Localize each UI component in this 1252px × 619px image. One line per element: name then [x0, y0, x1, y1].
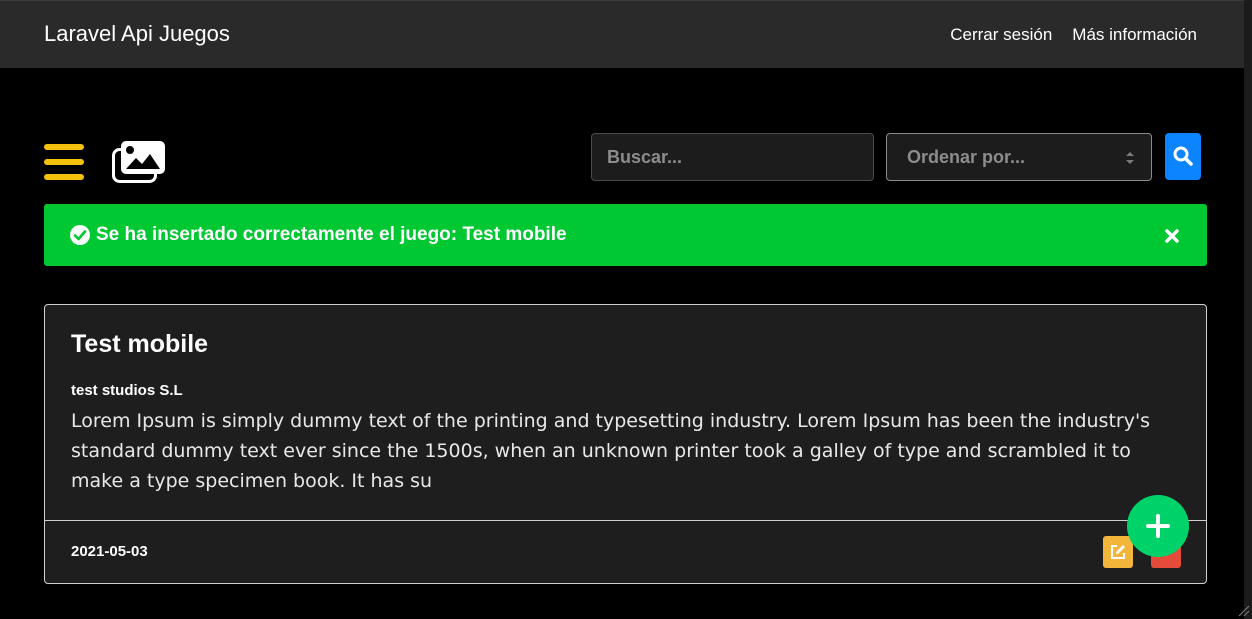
order-select[interactable]: Ordenar por... [886, 133, 1152, 181]
gallery-icon[interactable] [112, 140, 166, 184]
resize-grip-icon[interactable] [1234, 601, 1250, 617]
logout-link[interactable]: Cerrar sesión [950, 25, 1052, 45]
edit-button[interactable] [1103, 536, 1133, 568]
edit-icon [1111, 545, 1125, 559]
success-alert: Se ha insertado correctamente el juego: … [44, 204, 1207, 266]
order-select-value: Ordenar por... [907, 147, 1026, 167]
scrollbar[interactable] [1244, 0, 1252, 619]
game-title: Test mobile [71, 330, 209, 358]
search-icon [1173, 146, 1193, 166]
nav-links: Cerrar sesión Más información [950, 25, 1197, 45]
plus-icon [1146, 514, 1170, 538]
check-circle-icon [70, 225, 90, 245]
close-icon[interactable] [1165, 229, 1179, 243]
select-arrows-icon [1126, 152, 1134, 164]
add-game-button[interactable] [1127, 495, 1189, 557]
more-info-link[interactable]: Más información [1072, 25, 1197, 45]
game-date: 2021-05-03 [71, 543, 148, 560]
app-brand[interactable]: Laravel Api Juegos [44, 21, 230, 47]
card-divider [45, 520, 1206, 521]
game-card: Test mobile test studios S.L Lorem Ipsum… [44, 304, 1207, 584]
search-button[interactable] [1165, 133, 1201, 180]
navbar: Laravel Api Juegos Cerrar sesión Más inf… [0, 0, 1252, 68]
game-studio: test studios S.L [71, 382, 183, 399]
alert-message: Se ha insertado correctamente el juego: … [96, 224, 567, 245]
search-input[interactable] [591, 133, 874, 181]
game-description: Lorem Ipsum is simply dummy text of the … [71, 410, 1151, 492]
menu-icon[interactable] [44, 144, 84, 180]
